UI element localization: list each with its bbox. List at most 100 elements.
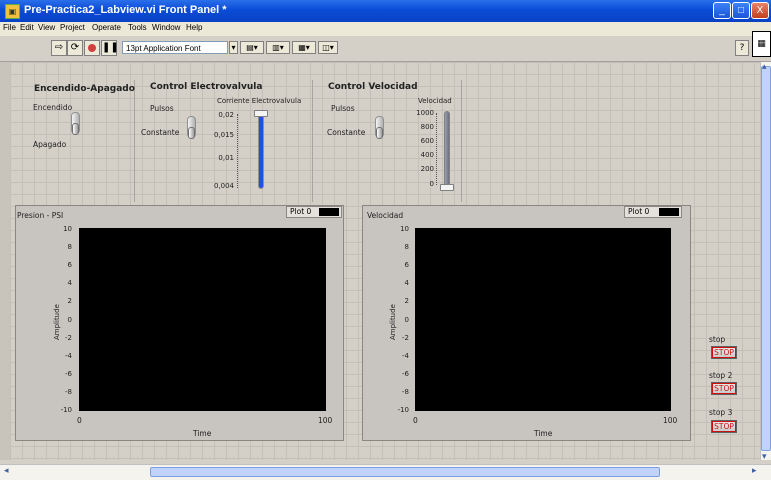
pressure-y-tick: 10: [63, 225, 72, 233]
speed-mode-toggle[interactable]: [375, 116, 384, 139]
menu-window[interactable]: Window: [152, 23, 180, 32]
resize-objects-button[interactable]: ▦▾: [292, 41, 316, 54]
abort-icon: [88, 44, 96, 52]
velocity-y-tick: 6: [404, 261, 409, 270]
velocity-plot-area[interactable]: [415, 228, 671, 411]
velocity-y-tick: 10: [400, 225, 409, 233]
pressure-y-tick: -10: [60, 406, 72, 414]
pressure-y-tick: 4: [67, 279, 72, 288]
speed-tick: 0: [429, 180, 434, 188]
scroll-right-icon[interactable]: ▸: [752, 466, 757, 476]
speed-slider-label: Velocidad: [418, 97, 452, 105]
vi-connector-icon[interactable]: ▦: [752, 31, 771, 57]
valve-slider-label: Corriente Electrovalvula: [217, 97, 302, 105]
stop-2-button[interactable]: STOP: [711, 382, 737, 395]
run-arrow-icon: ⇨: [54, 42, 64, 53]
plot-legend-label: Plot 0: [628, 207, 650, 216]
font-dropdown-arrow[interactable]: ▾: [229, 41, 238, 54]
valve-tick: 0,02: [218, 111, 234, 119]
menu-tools[interactable]: Tools: [128, 23, 147, 32]
menu-file[interactable]: File: [3, 23, 16, 32]
velocity-y-tick: -4: [402, 351, 409, 360]
window-title: Pre-Practica2_Labview.vi Front Panel *: [24, 4, 227, 16]
velocity-y-tick: -6: [402, 369, 409, 378]
run-continuous-icon: ⟳: [70, 42, 80, 53]
velocity-x-min: 0: [413, 416, 418, 425]
section-divider: [134, 80, 135, 202]
close-button[interactable]: X: [751, 2, 769, 19]
power-toggle-switch[interactable]: [71, 112, 80, 135]
speed-tick: 400: [420, 151, 434, 159]
run-continuously-button[interactable]: ⟳: [67, 40, 83, 56]
pressure-x-max: 100: [318, 416, 333, 425]
pressure-y-tick: 6: [67, 261, 72, 270]
section-divider: [461, 80, 462, 202]
pause-button[interactable]: ❚❚: [101, 40, 119, 56]
valve-scale: [237, 114, 241, 188]
run-button[interactable]: ⇨: [51, 40, 67, 56]
plot-line-swatch-icon: [659, 208, 679, 216]
valve-mode-toggle[interactable]: [187, 116, 196, 139]
plot-line-swatch-icon: [319, 208, 339, 216]
reorder-button[interactable]: ◫▾: [318, 41, 338, 54]
power-section-title: Encendido-Apagado: [34, 84, 135, 94]
pressure-y-tick: 8: [67, 243, 72, 252]
pressure-plot-area[interactable]: [79, 228, 326, 411]
stop-3-button[interactable]: STOP: [711, 420, 737, 433]
vertical-scroll-thumb[interactable]: [761, 66, 771, 451]
valve-tick: 0,004: [213, 182, 234, 190]
align-objects-button[interactable]: ▤▾: [240, 41, 264, 54]
pressure-y-axis-label: Amplitude: [53, 304, 61, 340]
menu-edit[interactable]: Edit: [20, 23, 34, 32]
stop-button[interactable]: STOP: [711, 346, 737, 359]
scroll-down-icon[interactable]: ▾: [762, 452, 767, 462]
menu-project[interactable]: Project: [60, 23, 85, 32]
velocity-x-axis-label: Time: [534, 429, 553, 438]
pressure-y-tick: -4: [65, 351, 72, 360]
velocity-plot-legend[interactable]: Plot 0: [624, 206, 682, 218]
speed-tick: 600: [420, 137, 434, 145]
velocity-x-max: 100: [663, 416, 678, 425]
menu-operate[interactable]: Operate: [92, 23, 121, 32]
scroll-left-icon[interactable]: ◂: [4, 466, 9, 476]
horizontal-scroll-thumb[interactable]: [150, 467, 660, 477]
scroll-up-icon[interactable]: ▴: [762, 62, 767, 72]
valve-constant-label: Constante: [141, 128, 180, 137]
valve-current-slider-track[interactable]: [258, 112, 264, 189]
pressure-plot-legend[interactable]: Plot 0: [286, 206, 342, 218]
power-on-label: Encendido: [33, 103, 73, 112]
menu-view[interactable]: View: [38, 23, 55, 32]
labview-app-icon: ▣: [5, 4, 20, 19]
align-icon: ▤▾: [246, 43, 258, 52]
pressure-y-tick: -6: [65, 369, 72, 378]
speed-slider-knob[interactable]: [440, 184, 454, 191]
reorder-icon: ◫▾: [322, 43, 334, 52]
abort-button[interactable]: [84, 40, 100, 56]
pause-icon: ❚❚: [102, 42, 119, 53]
distribute-objects-button[interactable]: ▥▾: [266, 41, 290, 54]
context-help-button[interactable]: ?: [735, 40, 749, 56]
plot-legend-label: Plot 0: [290, 207, 312, 216]
speed-slider-track[interactable]: [444, 111, 450, 187]
stop-3-label: stop 3: [709, 408, 733, 417]
stop-2-label: stop 2: [709, 371, 733, 380]
speed-section-title: Control Velocidad: [328, 82, 418, 92]
pressure-graph-title: Presion - PSI: [17, 211, 64, 220]
window-titlebar: ▣ Pre-Practica2_Labview.vi Front Panel *…: [0, 0, 771, 22]
speed-tick: 1000: [416, 109, 434, 117]
resize-icon: ▦▾: [298, 43, 310, 52]
font-select[interactable]: 13pt Application Font: [122, 41, 228, 54]
speed-constant-label: Constante: [327, 128, 366, 137]
pressure-y-tick: -8: [65, 387, 72, 396]
stop-button-text: STOP: [712, 421, 736, 432]
valve-slider-fill: [259, 112, 263, 188]
menu-help[interactable]: Help: [186, 23, 202, 32]
maximize-button[interactable]: □: [732, 2, 750, 19]
stop-button-text: STOP: [712, 347, 736, 358]
velocity-y-tick: -10: [397, 406, 409, 414]
power-off-label: Apagado: [33, 140, 67, 149]
minimize-button[interactable]: _: [713, 2, 731, 19]
speed-pulse-label: Pulsos: [331, 104, 355, 113]
velocity-y-tick: -8: [402, 387, 409, 396]
valve-slider-knob[interactable]: [254, 110, 268, 117]
